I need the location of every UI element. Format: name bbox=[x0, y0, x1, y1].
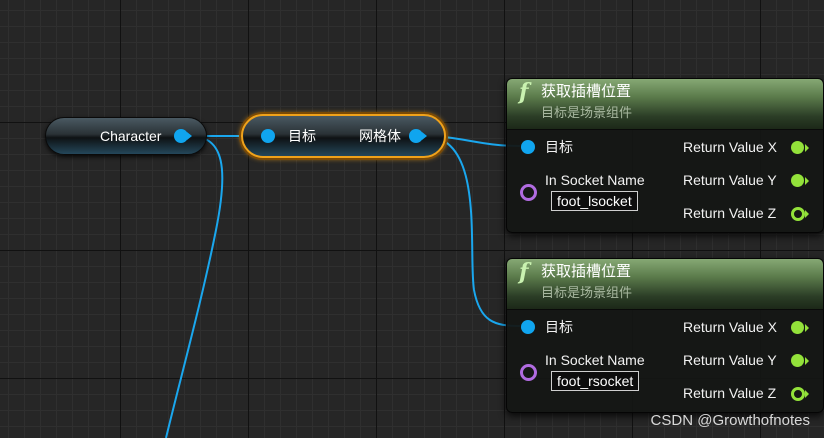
node-title: 获取插槽位置 bbox=[541, 83, 632, 100]
float-pin-icon[interactable] bbox=[791, 141, 804, 154]
return-value-y-label: Return Value Y bbox=[683, 352, 777, 368]
node-header[interactable]: f 获取插槽位置 目标是场景组件 bbox=[507, 259, 823, 310]
return-value-x-label: Return Value X bbox=[683, 139, 777, 155]
target-pin-label: 目标 bbox=[545, 139, 573, 155]
mesh-node[interactable]: 目标 网格体 bbox=[241, 114, 446, 158]
socket-name-input[interactable]: foot_lsocket bbox=[551, 191, 638, 211]
socket-name-label: In Socket Name bbox=[545, 172, 645, 188]
object-pin-icon[interactable] bbox=[409, 129, 427, 143]
float-pin-arrow-icon bbox=[805, 357, 809, 365]
character-node[interactable]: Character bbox=[45, 117, 207, 155]
function-icon: f bbox=[519, 79, 529, 105]
get-socket-location-node-1[interactable]: f 获取插槽位置 目标是场景组件 目标 In Socket Name foot_… bbox=[506, 78, 824, 233]
function-icon: f bbox=[519, 259, 529, 285]
socket-name-label: In Socket Name bbox=[545, 352, 645, 368]
object-pin-icon[interactable] bbox=[521, 140, 535, 154]
object-pin-icon[interactable] bbox=[174, 129, 192, 143]
float-pin-arrow-icon bbox=[805, 177, 809, 185]
socket-name-input[interactable]: foot_rsocket bbox=[551, 371, 640, 391]
name-pin-icon[interactable] bbox=[520, 364, 537, 381]
mesh-output-label: 网格体 bbox=[359, 128, 401, 144]
object-pin-icon[interactable] bbox=[261, 129, 275, 143]
node-subtitle: 目标是场景组件 bbox=[541, 105, 633, 120]
mesh-input-label: 目标 bbox=[288, 128, 316, 144]
float-pin-icon[interactable] bbox=[791, 207, 805, 221]
return-value-y-label: Return Value Y bbox=[683, 172, 777, 188]
name-pin-icon[interactable] bbox=[520, 184, 537, 201]
node-header[interactable]: f 获取插槽位置 目标是场景组件 bbox=[507, 79, 823, 130]
get-socket-location-node-2[interactable]: f 获取插槽位置 目标是场景组件 目标 In Socket Name foot_… bbox=[506, 258, 824, 413]
return-value-z-label: Return Value Z bbox=[683, 205, 777, 221]
float-pin-icon[interactable] bbox=[791, 387, 805, 401]
float-pin-icon[interactable] bbox=[791, 321, 804, 334]
float-pin-arrow-icon bbox=[805, 324, 809, 332]
return-value-z-label: Return Value Z bbox=[683, 385, 777, 401]
character-label: Character bbox=[100, 128, 162, 144]
float-pin-arrow-icon bbox=[805, 144, 809, 152]
object-pin-icon[interactable] bbox=[521, 320, 535, 334]
node-subtitle: 目标是场景组件 bbox=[541, 285, 633, 300]
float-pin-arrow-icon bbox=[805, 210, 809, 218]
float-pin-icon[interactable] bbox=[791, 174, 804, 187]
float-pin-icon[interactable] bbox=[791, 354, 804, 367]
target-pin-label: 目标 bbox=[545, 319, 573, 335]
float-pin-arrow-icon bbox=[805, 390, 809, 398]
node-title: 获取插槽位置 bbox=[541, 263, 632, 280]
wire-character-down[interactable] bbox=[165, 135, 224, 438]
watermark: CSDN @Growthofnotes bbox=[650, 412, 810, 429]
return-value-x-label: Return Value X bbox=[683, 319, 777, 335]
